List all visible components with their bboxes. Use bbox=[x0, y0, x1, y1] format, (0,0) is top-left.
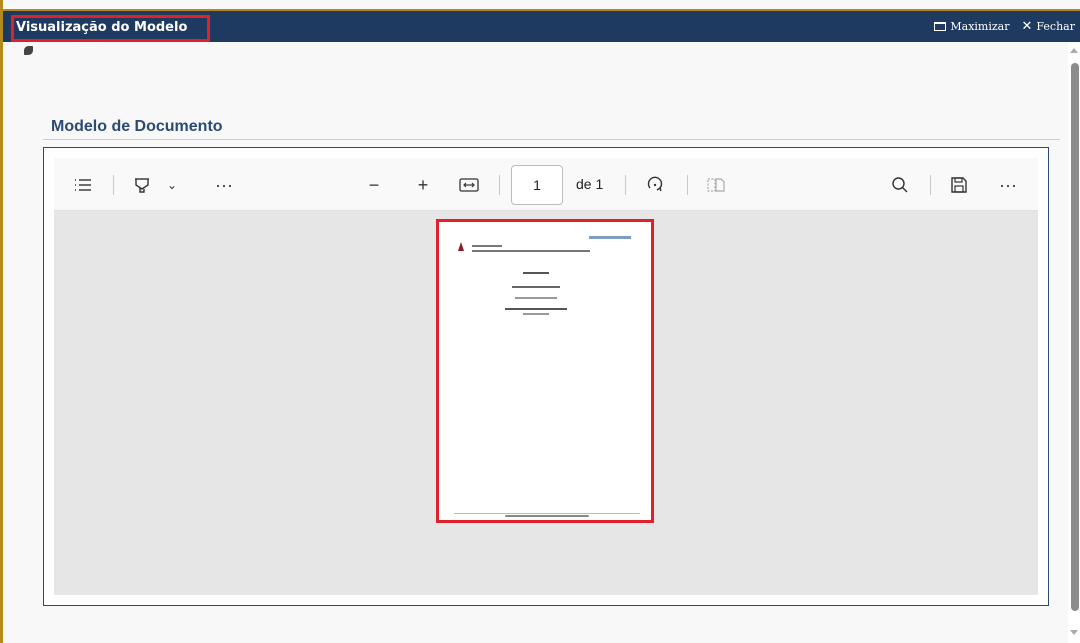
more-icon: ··· bbox=[215, 174, 233, 195]
two-page-icon bbox=[707, 178, 725, 192]
close-label: Fechar bbox=[1036, 20, 1075, 33]
fit-width-icon bbox=[459, 178, 479, 192]
close-icon: ✕ bbox=[1021, 19, 1033, 34]
maximize-label: Maximizar bbox=[950, 20, 1010, 33]
maximize-button[interactable]: Maximizar bbox=[934, 20, 1009, 33]
zoom-out-button[interactable]: − bbox=[363, 174, 385, 196]
section-divider bbox=[43, 139, 1060, 140]
rotate-button[interactable] bbox=[643, 174, 667, 196]
highlight-button[interactable] bbox=[130, 174, 154, 196]
scrollbar-thumb[interactable] bbox=[1071, 63, 1079, 611]
modal-window: Visualização do Modelo Maximizar ✕ Fecha… bbox=[0, 0, 1080, 643]
save-button[interactable] bbox=[947, 174, 971, 196]
page-number-input[interactable]: 1 bbox=[511, 165, 563, 205]
document-page-preview bbox=[458, 236, 631, 315]
zoom-in-button[interactable]: + bbox=[412, 174, 434, 196]
rotate-icon bbox=[647, 176, 663, 192]
table-of-contents-button[interactable] bbox=[70, 174, 96, 196]
more-options-right-button[interactable]: ··· bbox=[996, 174, 1020, 196]
page-footer-line bbox=[454, 513, 640, 514]
scroll-up-arrow-icon[interactable] bbox=[1070, 48, 1078, 53]
toolbar-separator bbox=[113, 175, 114, 195]
search-icon bbox=[892, 177, 908, 193]
window-title: Visualização do Modelo bbox=[11, 15, 210, 42]
page-view-button[interactable] bbox=[704, 174, 728, 196]
toolbar-separator bbox=[687, 175, 688, 195]
pdf-viewer-canvas: ⌄ ··· − + 1 de 1 ··· bbox=[54, 158, 1038, 595]
list-icon bbox=[75, 179, 91, 191]
pdf-toolbar: ⌄ ··· − + 1 de 1 ··· bbox=[54, 158, 1038, 211]
plus-icon: + bbox=[417, 174, 429, 195]
title-bar: Visualização do Modelo Maximizar ✕ Fecha… bbox=[3, 9, 1080, 42]
search-button[interactable] bbox=[888, 174, 912, 196]
pdf-viewer: ⌄ ··· − + 1 de 1 ··· bbox=[43, 147, 1049, 606]
chevron-down-icon: ⌄ bbox=[166, 178, 178, 192]
scroll-down-arrow-icon[interactable] bbox=[1070, 630, 1078, 635]
more-options-left-button[interactable]: ··· bbox=[212, 174, 236, 196]
title-actions: Maximizar ✕ Fechar bbox=[934, 20, 1075, 33]
close-button[interactable]: ✕ Fechar bbox=[1021, 20, 1075, 33]
more-icon: ··· bbox=[999, 174, 1017, 195]
toolbar-separator bbox=[499, 175, 500, 195]
toolbar-separator bbox=[625, 175, 626, 195]
highlighter-icon bbox=[135, 178, 149, 193]
toolbar-separator bbox=[930, 175, 931, 195]
save-icon bbox=[951, 177, 967, 193]
maximize-icon bbox=[934, 22, 947, 31]
page-count: de 1 bbox=[576, 176, 604, 192]
page-scroll-indicator bbox=[505, 515, 589, 517]
document-page-thumbnail[interactable] bbox=[436, 219, 654, 523]
highlight-dropdown-button[interactable]: ⌄ bbox=[164, 174, 180, 196]
minus-icon: − bbox=[368, 174, 380, 195]
fit-to-width-button[interactable] bbox=[458, 174, 480, 196]
leaf-icon bbox=[24, 46, 33, 55]
section-title: Modelo de Documento bbox=[51, 118, 223, 135]
